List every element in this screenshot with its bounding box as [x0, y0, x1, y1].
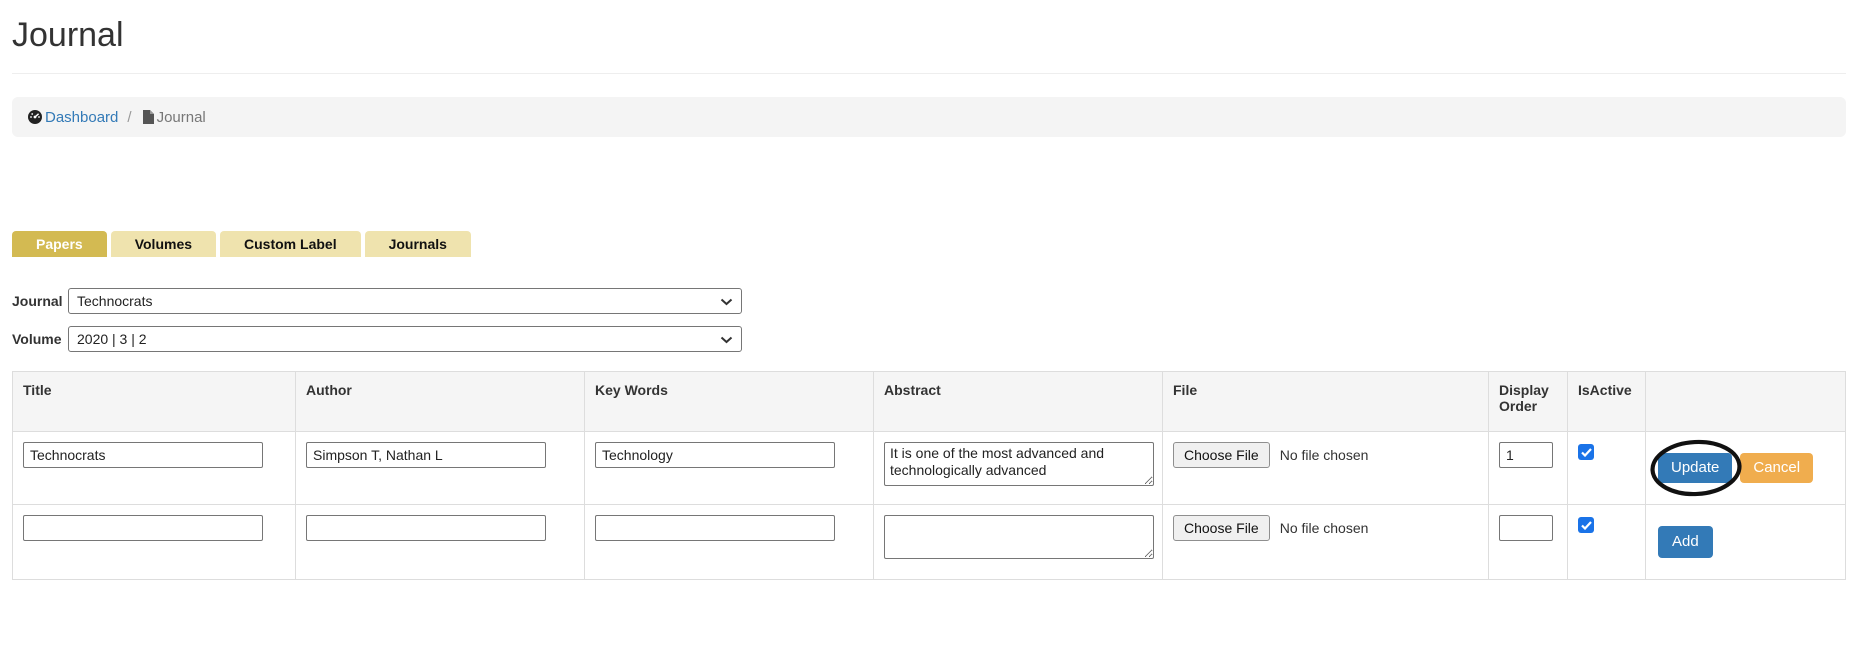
header-file: File [1163, 372, 1489, 432]
journal-row: Journal Technocrats [12, 288, 1846, 314]
update-button-annotated: Update [1658, 453, 1732, 483]
file-status: No file chosen [1280, 520, 1369, 536]
display-order-input[interactable] [1499, 515, 1553, 541]
tab-bar: Papers Volumes Custom Label Journals [12, 231, 1846, 257]
journal-select-value: Technocrats [77, 293, 152, 309]
header-key-words: Key Words [585, 372, 874, 432]
filter-form: Journal Technocrats Volume 2020 | 3 | 2 [12, 288, 1846, 352]
table-row: It is one of the most advanced and techn… [13, 432, 1846, 505]
journal-select[interactable]: Technocrats [68, 288, 742, 314]
header-actions [1646, 372, 1846, 432]
author-input[interactable] [306, 442, 546, 468]
tab-papers[interactable]: Papers [12, 231, 107, 257]
volume-row: Volume 2020 | 3 | 2 [12, 326, 1846, 352]
breadcrumb-journal-label: Journal [157, 109, 206, 126]
breadcrumb: Dashboard / Journal [12, 97, 1846, 137]
breadcrumb-journal: Journal [141, 109, 206, 126]
chevron-down-icon [720, 331, 733, 347]
isactive-checkbox[interactable] [1578, 517, 1594, 533]
page-title: Journal [12, 0, 1846, 54]
chevron-down-icon [720, 293, 733, 309]
papers-table: Title Author Key Words Abstract File Dis… [12, 371, 1846, 580]
journal-label: Journal [12, 293, 68, 309]
choose-file-button[interactable]: Choose File [1173, 442, 1270, 468]
abstract-textarea[interactable] [884, 515, 1154, 559]
key-words-input[interactable] [595, 515, 835, 541]
breadcrumb-dashboard-label[interactable]: Dashboard [45, 109, 118, 126]
title-input[interactable] [23, 442, 263, 468]
file-icon [141, 109, 155, 125]
cancel-button[interactable]: Cancel [1740, 453, 1813, 483]
tab-volumes[interactable]: Volumes [111, 231, 216, 257]
add-button[interactable]: Add [1658, 526, 1713, 558]
breadcrumb-separator: / [127, 109, 131, 126]
title-divider [12, 73, 1846, 74]
isactive-checkbox[interactable] [1578, 444, 1594, 460]
header-abstract: Abstract [874, 372, 1163, 432]
tab-journals[interactable]: Journals [365, 231, 471, 257]
header-isactive: IsActive [1568, 372, 1646, 432]
key-words-input[interactable] [595, 442, 835, 468]
abstract-textarea[interactable]: It is one of the most advanced and techn… [884, 442, 1154, 486]
choose-file-button[interactable]: Choose File [1173, 515, 1270, 541]
breadcrumb-dashboard[interactable]: Dashboard [27, 109, 118, 126]
table-row-new: Choose File No file chosen Add [13, 505, 1846, 580]
display-order-input[interactable] [1499, 442, 1553, 468]
file-status: No file chosen [1280, 447, 1369, 463]
header-author: Author [296, 372, 585, 432]
header-display-order: Display Order [1489, 372, 1568, 432]
volume-select[interactable]: 2020 | 3 | 2 [68, 326, 742, 352]
file-input: Choose File No file chosen [1173, 442, 1478, 468]
dashboard-icon [27, 109, 43, 125]
header-title: Title [13, 372, 296, 432]
title-input[interactable] [23, 515, 263, 541]
volume-select-value: 2020 | 3 | 2 [77, 331, 147, 347]
page-container: Journal Dashboard / [0, 0, 1861, 580]
volume-label: Volume [12, 331, 68, 347]
tab-custom-label[interactable]: Custom Label [220, 231, 361, 257]
update-button[interactable]: Update [1658, 453, 1732, 483]
table-header-row: Title Author Key Words Abstract File Dis… [13, 372, 1846, 432]
file-input: Choose File No file chosen [1173, 515, 1478, 541]
author-input[interactable] [306, 515, 546, 541]
